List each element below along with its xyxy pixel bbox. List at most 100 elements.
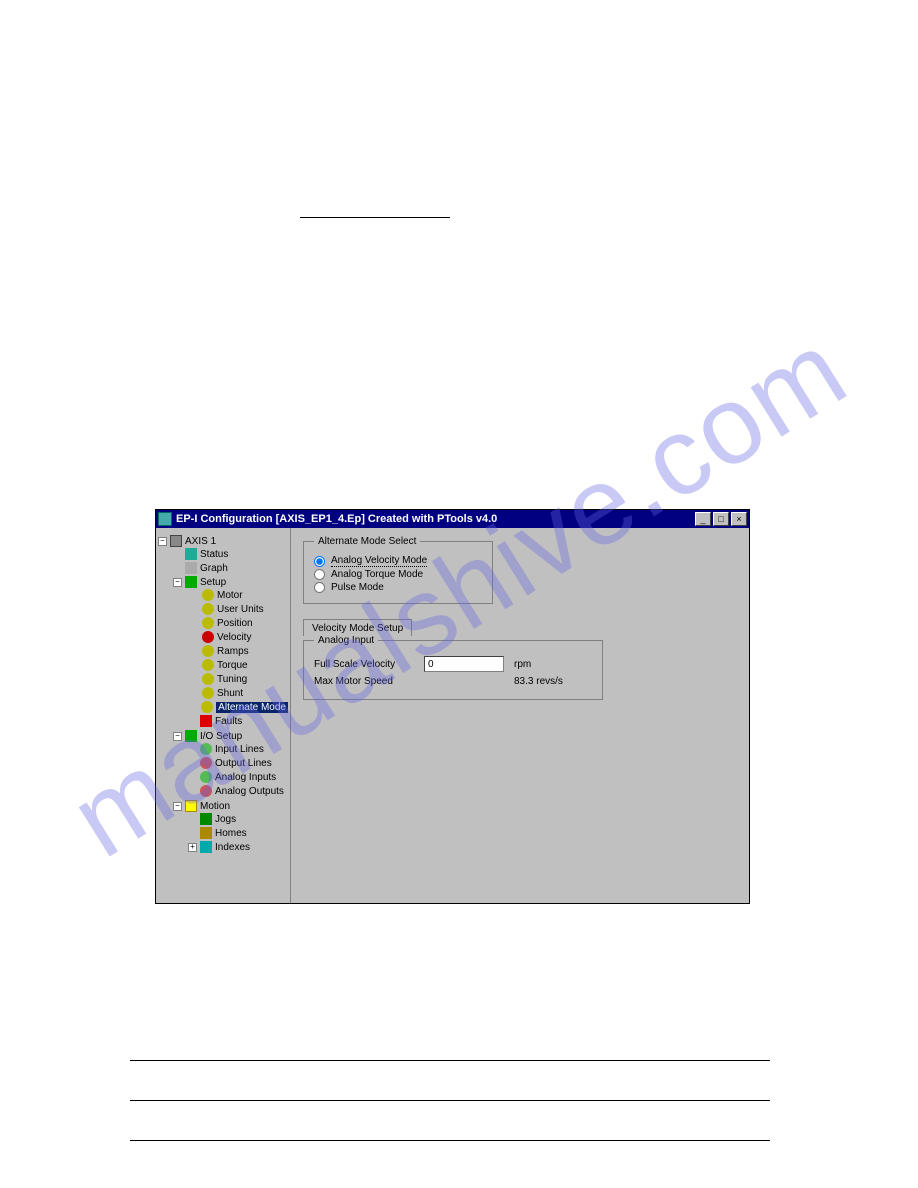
tree-jogs[interactable]: Jogs [158,813,288,825]
tree-label: Faults [215,716,242,727]
graph-icon [185,562,197,574]
window-title: EP-I Configuration [AXIS_EP1_4.Ep] Creat… [176,513,695,525]
tree-axis-root[interactable]: − AXIS 1 [158,535,288,547]
maximize-button[interactable]: □ [713,512,729,526]
tree-alternate-mode[interactable]: Alternate Mode [158,701,288,713]
radio-input[interactable] [314,582,325,593]
close-button[interactable]: × [731,512,747,526]
tree-label: Motion [200,801,230,812]
tree-label: Alternate Mode [216,702,288,713]
app-icon [158,512,172,526]
tree-label: Velocity [217,632,251,643]
tree-label: Torque [217,660,248,671]
tree-label: Graph [200,563,228,574]
titlebar[interactable]: EP-I Configuration [AXIS_EP1_4.Ep] Creat… [156,510,749,528]
tree-user-units[interactable]: User Units [158,603,288,615]
nav-tree[interactable]: − AXIS 1 Status Graph − Setup Motor [156,528,291,903]
radio-label: Pulse Mode [331,582,384,593]
tree-status[interactable]: Status [158,548,288,560]
full-scale-velocity-input[interactable] [424,656,504,672]
dot-icon [202,645,214,657]
tree-label: Indexes [215,842,250,853]
tree-faults[interactable]: Faults [158,715,288,727]
status-icon [185,548,197,560]
divider [130,1060,770,1061]
tree-label: Tuning [217,674,247,685]
tree-label: Jogs [215,814,236,825]
minimize-button[interactable]: _ [695,512,711,526]
tree-label: AXIS 1 [185,536,216,547]
tree-label: Input Lines [215,744,264,755]
dot-icon [202,589,214,601]
tree-label: Analog Inputs [215,772,276,783]
tree-label: Status [200,549,228,560]
content-area: Alternate Mode Select Analog Velocity Mo… [291,528,749,903]
radio-analog-velocity[interactable]: Analog Velocity Mode [314,555,482,567]
home-icon [200,827,212,839]
tree-position[interactable]: Position [158,617,288,629]
tree-velocity[interactable]: Velocity [158,631,288,643]
axis-icon [170,535,182,547]
radio-input[interactable] [314,569,325,580]
radio-label: Analog Torque Mode [331,569,423,580]
tree-tuning[interactable]: Tuning [158,673,288,685]
tree-label: Position [217,618,253,629]
config-window: EP-I Configuration [AXIS_EP1_4.Ep] Creat… [155,509,750,904]
tree-label: Setup [200,577,226,588]
dot-icon [202,617,214,629]
groupbox-legend: Analog Input [314,635,378,646]
tree-torque[interactable]: Torque [158,659,288,671]
radio-pulse-mode[interactable]: Pulse Mode [314,582,482,593]
tree-ramps[interactable]: Ramps [158,645,288,657]
mms-value: 83.3 revs/s [514,676,563,687]
radio-analog-torque[interactable]: Analog Torque Mode [314,569,482,580]
tree-shunt[interactable]: Shunt [158,687,288,699]
expand-icon[interactable]: + [188,843,197,852]
tree-homes[interactable]: Homes [158,827,288,839]
tree-label: Ramps [217,646,249,657]
tree-graph[interactable]: Graph [158,562,288,574]
alternate-mode-groupbox: Alternate Mode Select Analog Velocity Mo… [303,536,493,604]
tree-label: Motor [217,590,243,601]
tree-label: Homes [215,828,247,839]
analog-input-groupbox: Analog Input Full Scale Velocity rpm Max… [303,635,603,700]
setup-icon [185,576,197,588]
dot-icon [201,701,213,713]
tree-output-lines[interactable]: Output Lines [158,757,288,769]
divider [130,1140,770,1141]
tree-analog-inputs[interactable]: Analog Inputs [158,771,288,783]
dot-icon [200,743,212,755]
collapse-icon[interactable]: − [173,578,182,587]
tree-label: Output Lines [215,758,272,769]
tree-label: Shunt [217,688,243,699]
tree-label: User Units [217,604,264,615]
tree-input-lines[interactable]: Input Lines [158,743,288,755]
fault-icon [200,715,212,727]
collapse-icon[interactable]: − [158,537,167,546]
dot-icon [202,673,214,685]
dot-icon [200,785,212,797]
tab-velocity-mode-setup[interactable]: Velocity Mode Setup [303,619,412,636]
tree-io-setup[interactable]: − I/O Setup [158,730,288,742]
dot-icon [202,687,214,699]
collapse-icon[interactable]: − [173,802,182,811]
fsv-label: Full Scale Velocity [314,659,414,670]
collapse-icon[interactable]: − [173,732,182,741]
radio-label: Analog Velocity Mode [331,555,427,567]
groupbox-legend: Alternate Mode Select [314,536,420,547]
mms-label: Max Motor Speed [314,676,414,687]
dot-icon [200,757,212,769]
tree-label: I/O Setup [200,731,242,742]
dot-icon [202,659,214,671]
tree-analog-outputs[interactable]: Analog Outputs [158,785,288,797]
fsv-unit: rpm [514,659,554,670]
dot-icon [202,603,214,615]
radio-input[interactable] [314,556,325,567]
motion-icon [185,800,197,812]
tree-indexes[interactable]: + Indexes [158,841,288,853]
io-icon [185,730,197,742]
tree-motion[interactable]: − Motion [158,800,288,812]
dot-icon [202,631,214,643]
tree-setup[interactable]: − Setup [158,576,288,588]
tree-motor[interactable]: Motor [158,589,288,601]
